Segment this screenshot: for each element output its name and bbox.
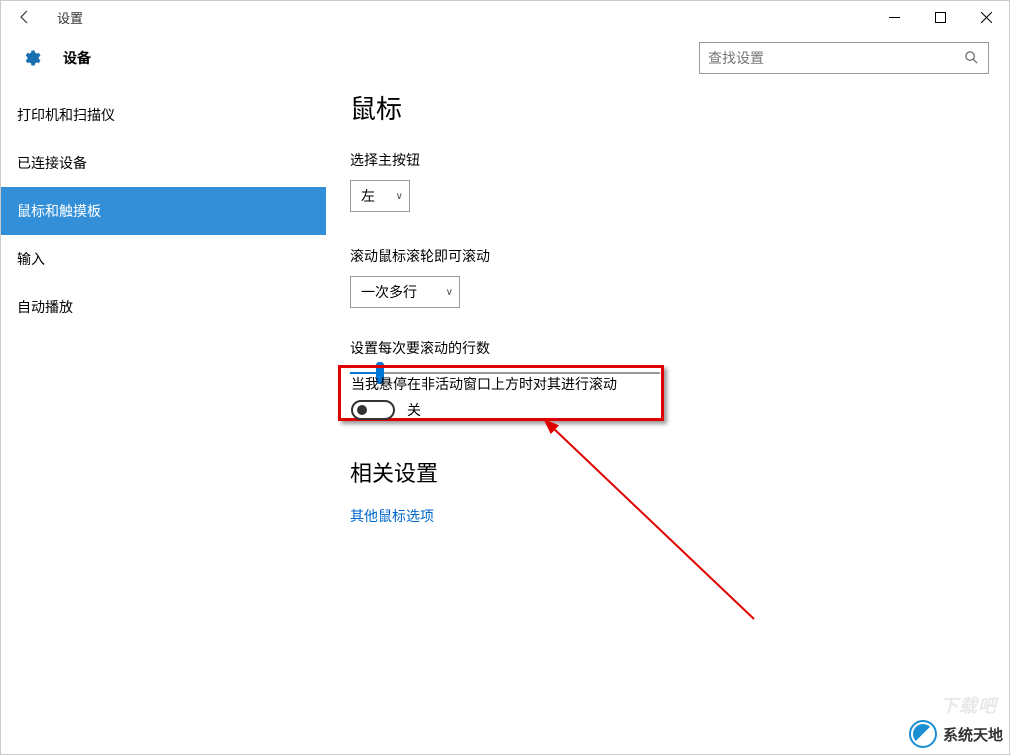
scroll-mode-select[interactable]: 一次多行 ∨ <box>350 276 460 308</box>
minimize-button[interactable] <box>871 1 917 33</box>
related-settings-heading: 相关设置 <box>350 456 985 488</box>
back-button[interactable] <box>9 1 41 33</box>
page-category-title: 设备 <box>63 48 91 68</box>
sidebar-item-label: 鼠标和触摸板 <box>17 201 101 221</box>
page-title: 鼠标 <box>350 89 985 126</box>
chevron-down-icon: ∨ <box>446 287 453 298</box>
watermark-sub: 下载吧 <box>940 692 997 718</box>
sidebar-item-connected-devices[interactable]: 已连接设备 <box>1 139 326 187</box>
primary-button-label: 选择主按钮 <box>350 150 985 170</box>
primary-button-select[interactable]: 左 ∨ <box>350 180 410 212</box>
sidebar: 打印机和扫描仪 已连接设备 鼠标和触摸板 输入 自动播放 <box>1 83 326 754</box>
sidebar-item-label: 已连接设备 <box>17 153 87 173</box>
chevron-down-icon: ∨ <box>396 191 403 202</box>
hover-scroll-label: 当我悬停在非活动窗口上方时对其进行滚动 <box>351 374 651 394</box>
sidebar-item-label: 打印机和扫描仪 <box>17 105 115 125</box>
watermark-text: 系统天地 <box>943 724 1003 745</box>
sidebar-item-typing[interactable]: 输入 <box>1 235 326 283</box>
search-input[interactable] <box>708 50 964 66</box>
search-icon[interactable] <box>964 50 980 66</box>
sidebar-item-label: 自动播放 <box>17 297 73 317</box>
scroll-mode-value: 一次多行 <box>361 282 417 302</box>
hover-scroll-toggle[interactable] <box>351 400 395 420</box>
maximize-button[interactable] <box>917 1 963 33</box>
annotation-arrow <box>544 419 774 639</box>
close-button[interactable] <box>963 1 1009 33</box>
sidebar-item-autoplay[interactable]: 自动播放 <box>1 283 326 331</box>
watermark: 系统天地 <box>909 720 1003 748</box>
additional-mouse-options-link[interactable]: 其他鼠标选项 <box>350 506 985 526</box>
sidebar-item-label: 输入 <box>17 249 45 269</box>
lines-to-scroll-label: 设置每次要滚动的行数 <box>350 338 985 358</box>
sidebar-item-printers[interactable]: 打印机和扫描仪 <box>1 91 326 139</box>
watermark-logo-icon <box>909 720 937 748</box>
gear-icon <box>21 48 41 68</box>
scroll-mode-label: 滚动鼠标滚轮即可滚动 <box>350 246 985 266</box>
search-box[interactable] <box>699 42 989 74</box>
toggle-knob <box>357 405 367 415</box>
primary-button-value: 左 <box>361 186 375 206</box>
annotation-highlight: 当我悬停在非活动窗口上方时对其进行滚动 关 <box>338 365 664 421</box>
sidebar-item-mouse-touchpad[interactable]: 鼠标和触摸板 <box>1 187 326 235</box>
hover-scroll-state: 关 <box>407 400 421 420</box>
window-title: 设置 <box>57 8 83 27</box>
